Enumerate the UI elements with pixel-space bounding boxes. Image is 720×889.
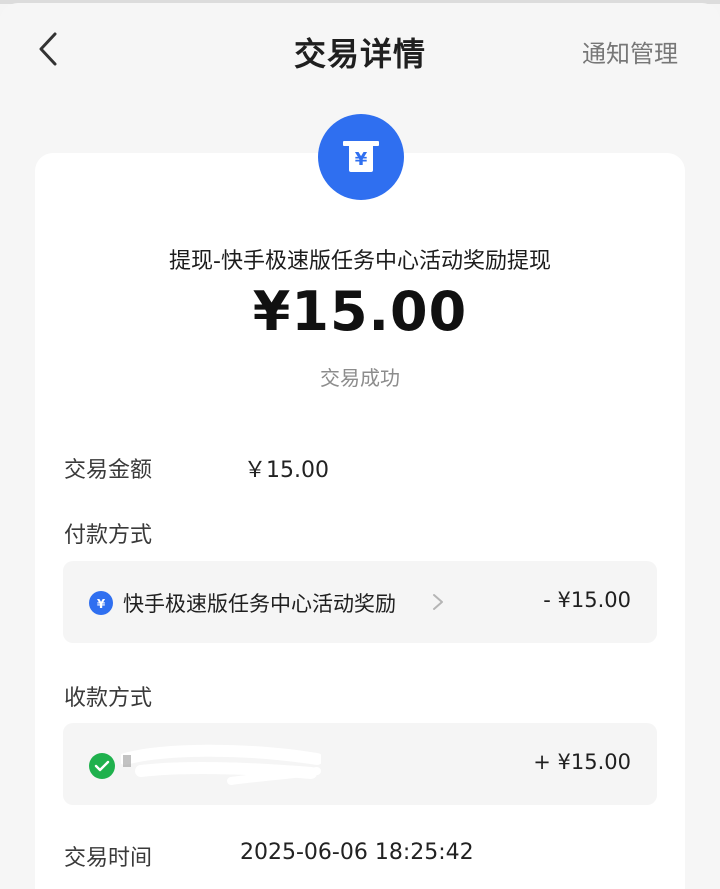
notification-settings-button[interactable]: 通知管理 bbox=[582, 34, 678, 69]
amount-label: 交易金额 bbox=[64, 458, 153, 483]
amount-value: ￥15.00 bbox=[244, 458, 329, 483]
receive-method-item: + ¥15.00 bbox=[63, 723, 657, 805]
time-label: 交易时间 bbox=[64, 846, 153, 871]
header: 交易详情 通知管理 bbox=[0, 3, 720, 93]
svg-text:¥: ¥ bbox=[97, 597, 106, 611]
payment-amount: - ¥15.00 bbox=[543, 588, 631, 612]
payment-method-item[interactable]: ¥ 快手极速版任务中心活动奖励 - ¥15.00 bbox=[63, 561, 657, 643]
svg-text:¥: ¥ bbox=[355, 149, 368, 170]
chevron-right-icon bbox=[433, 594, 443, 610]
transaction-amount: ¥15.00 bbox=[252, 280, 468, 343]
receive-method-label: 收款方式 bbox=[64, 686, 153, 711]
payment-method-label: 付款方式 bbox=[64, 523, 153, 548]
payment-method-name: 快手极速版任务中心活动奖励 bbox=[123, 592, 396, 616]
transaction-status: 交易成功 bbox=[320, 366, 400, 390]
yuan-receipt-icon: ¥ bbox=[318, 114, 404, 200]
transaction-title: 提现-快手极速版任务中心活动奖励提现 bbox=[169, 249, 551, 274]
redacted-account-name bbox=[121, 744, 321, 785]
receive-amount: + ¥15.00 bbox=[533, 750, 631, 774]
yuan-coin-icon: ¥ bbox=[89, 591, 113, 615]
wechat-icon bbox=[89, 753, 115, 779]
time-value: 2025-06-06 18:25:42 bbox=[240, 840, 474, 865]
